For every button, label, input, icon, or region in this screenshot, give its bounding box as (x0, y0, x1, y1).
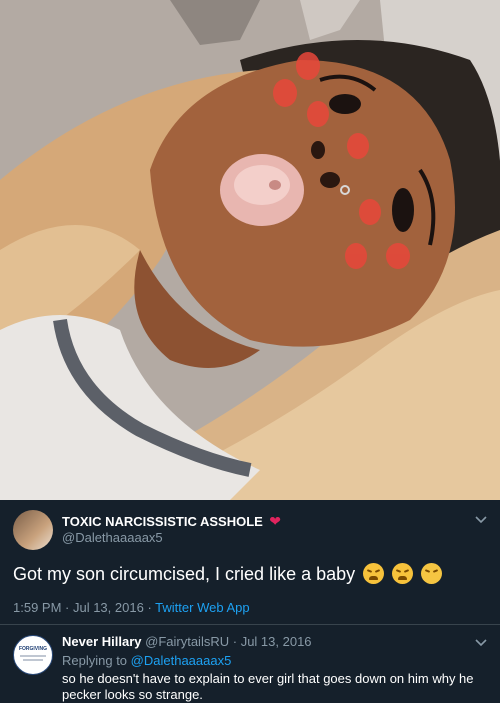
tweet-photo[interactable] (0, 0, 500, 500)
reply-separator: · (232, 634, 238, 649)
heart-icon: ❤ (269, 513, 281, 529)
chevron-down-icon[interactable] (475, 635, 487, 650)
reply-handle[interactable]: @FairytailsRU (145, 634, 229, 649)
chevron-down-icon[interactable] (475, 512, 487, 527)
selfie-illustration (0, 0, 500, 500)
reply-text: so he doesn't have to explain to ever gi… (62, 671, 474, 703)
replying-to-label: Replying to (62, 653, 128, 668)
tweet-text: Got my son circumcised, I cried like a b… (13, 564, 356, 584)
tweet-text-row: Got my son circumcised, I cried like a b… (13, 563, 443, 585)
reply-display-name[interactable]: Never Hillary (62, 634, 142, 649)
reply-avatar[interactable]: FORGIVING (13, 635, 53, 675)
author-avatar[interactable] (13, 510, 53, 550)
reply-header: Never Hillary @FairytailsRU · Jul 13, 20… (62, 634, 312, 649)
author-handle[interactable]: @Dalethaaaaax5 (62, 530, 163, 545)
relieved-face-icon (421, 563, 443, 584)
tweet-timestamp[interactable]: 1:59 PM · Jul 13, 2016 (13, 600, 144, 615)
replying-to-handle[interactable]: @Dalethaaaaax5 (131, 653, 232, 668)
tweet-source[interactable]: Twitter Web App (155, 600, 249, 615)
reply-text-line: pecker looks so strange. (62, 687, 203, 702)
author-display-name[interactable]: TOXIC NARCISSISTIC ASSHOLE (62, 514, 263, 529)
tweet-meta: 1:59 PM · Jul 13, 2016 · Twitter Web App (13, 600, 250, 615)
author-name-row[interactable]: TOXIC NARCISSISTIC ASSHOLE ❤ (62, 513, 281, 531)
replying-to-row: Replying to @Dalethaaaaax5 (62, 653, 231, 668)
meta-separator: · (147, 600, 152, 615)
weary-face-icon (363, 563, 385, 584)
reply-text-line: so he doesn't have to explain to ever gi… (62, 671, 474, 686)
reply-date[interactable]: Jul 13, 2016 (241, 634, 312, 649)
weary-face-icon (392, 563, 414, 584)
reply-avatar-text: FORGIVING (18, 646, 48, 652)
reply-tweet[interactable]: FORGIVING Never Hillary @FairytailsRU · … (0, 625, 500, 703)
